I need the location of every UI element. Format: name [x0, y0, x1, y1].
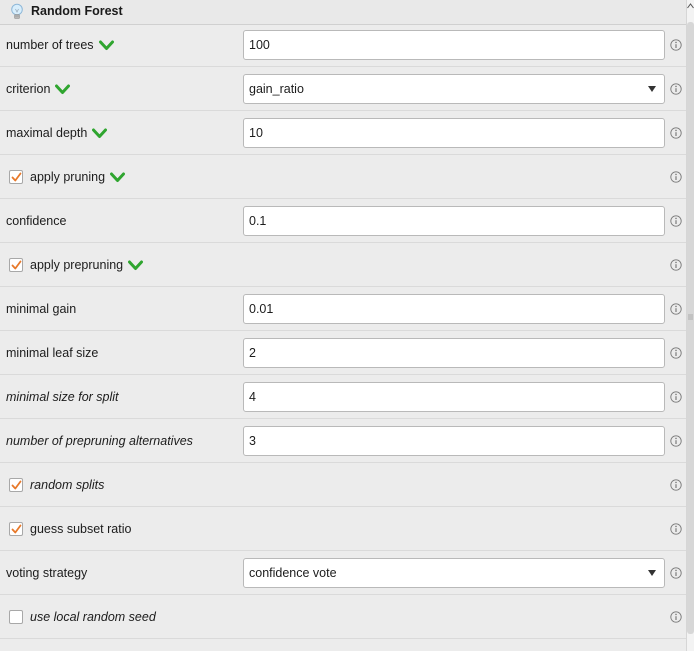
- minimal-gain-input[interactable]: 0.01: [243, 294, 665, 324]
- random-splits-checkbox[interactable]: [9, 478, 23, 492]
- maximal-depth-label: maximal depth: [6, 126, 88, 140]
- number-of-prepruning-alternatives-label-group: number of prepruning alternatives: [6, 434, 193, 448]
- criterion-label: criterion: [6, 82, 51, 96]
- apply-prepruning-label-group: apply prepruning: [30, 258, 144, 272]
- expert-chevron-icon: [128, 260, 144, 271]
- info-icon[interactable]: [670, 127, 682, 139]
- criterion-value: gain_ratio: [249, 82, 304, 96]
- vertical-scrollbar[interactable]: [686, 0, 694, 651]
- info-icon[interactable]: [670, 259, 682, 271]
- param-row-apply-pruning: apply pruning: [0, 156, 686, 199]
- criterion-select[interactable]: gain_ratio: [243, 74, 665, 104]
- criterion-label-group: criterion: [6, 82, 71, 96]
- use-local-random-seed-label: use local random seed: [30, 610, 156, 624]
- expert-chevron-icon: [98, 40, 114, 51]
- minimal-leaf-size-label: minimal leaf size: [6, 346, 99, 360]
- maximal-depth-label-group: maximal depth: [6, 126, 108, 140]
- guess-subset-ratio-checkbox[interactable]: [9, 522, 23, 536]
- scrollbar-thumb[interactable]: [687, 22, 694, 634]
- dropdown-arrow-icon[interactable]: [648, 86, 656, 92]
- expert-chevron-icon: [92, 128, 108, 139]
- expert-chevron-icon: [110, 172, 126, 183]
- info-icon[interactable]: [670, 391, 682, 403]
- param-row-voting-strategy: voting strategy confidence vote: [0, 552, 686, 595]
- apply-pruning-checkbox[interactable]: [9, 170, 23, 184]
- minimal-gain-label: minimal gain: [6, 302, 77, 316]
- info-icon[interactable]: [670, 39, 682, 51]
- number-of-prepruning-alternatives-input[interactable]: 3: [243, 426, 665, 456]
- param-row-criterion: criterion gain_ratio: [0, 68, 686, 111]
- maximal-depth-input[interactable]: 10: [243, 118, 665, 148]
- confidence-label: confidence: [6, 214, 67, 228]
- apply-prepruning-label: apply prepruning: [30, 258, 124, 272]
- number-of-trees-label: number of trees: [6, 38, 94, 52]
- maximal-depth-value: 10: [249, 126, 263, 140]
- minimal-leaf-size-value: 2: [249, 346, 256, 360]
- info-icon[interactable]: [670, 611, 682, 623]
- voting-strategy-label: voting strategy: [6, 566, 88, 580]
- apply-pruning-label-group: apply pruning: [30, 170, 126, 184]
- checkmark-icon: [11, 260, 22, 270]
- number-of-trees-label-group: number of trees: [6, 38, 114, 52]
- confidence-input[interactable]: 0.1: [243, 206, 665, 236]
- param-row-minimal-gain: minimal gain 0.01: [0, 288, 686, 331]
- use-local-random-seed-label-group: use local random seed: [30, 610, 156, 624]
- info-icon[interactable]: [670, 347, 682, 359]
- checkmark-icon: [11, 172, 22, 182]
- confidence-label-group: confidence: [6, 214, 66, 228]
- param-row-guess-subset-ratio: guess subset ratio: [0, 508, 686, 551]
- apply-prepruning-checkbox[interactable]: [9, 258, 23, 272]
- lightbulb-icon: [11, 3, 23, 19]
- minimal-gain-label-group: minimal gain: [6, 302, 76, 316]
- minimal-leaf-size-label-group: minimal leaf size: [6, 346, 98, 360]
- number-of-prepruning-alternatives-value: 3: [249, 434, 256, 448]
- guess-subset-ratio-label: guess subset ratio: [30, 522, 132, 536]
- param-row-apply-prepruning: apply prepruning: [0, 244, 686, 287]
- checkmark-icon: [11, 524, 22, 534]
- minimal-gain-value: 0.01: [249, 302, 274, 316]
- checkmark-icon: [11, 480, 22, 490]
- voting-strategy-select[interactable]: confidence vote: [243, 558, 665, 588]
- info-icon[interactable]: [670, 171, 682, 183]
- minimal-size-for-split-input[interactable]: 4: [243, 382, 665, 412]
- number-of-trees-value: 100: [249, 38, 270, 52]
- minimal-leaf-size-input[interactable]: 2: [243, 338, 665, 368]
- info-icon[interactable]: [670, 215, 682, 227]
- dropdown-arrow-icon[interactable]: [648, 570, 656, 576]
- random-splits-label-group: random splits: [30, 478, 104, 492]
- param-row-maximal-depth: maximal depth 10: [0, 112, 686, 155]
- grip-icon: [688, 314, 693, 320]
- param-row-confidence: confidence 0.1: [0, 200, 686, 243]
- number-of-prepruning-alternatives-label: number of prepruning alternatives: [6, 434, 193, 448]
- info-icon[interactable]: [670, 523, 682, 535]
- guess-subset-ratio-label-group: guess subset ratio: [30, 522, 131, 536]
- info-icon[interactable]: [670, 567, 682, 579]
- info-icon[interactable]: [670, 83, 682, 95]
- param-row-number-of-trees: number of trees 100: [0, 24, 686, 67]
- info-icon[interactable]: [670, 479, 682, 491]
- parameters-panel: number of trees 100 criterion gain_ratiomax…: [0, 24, 686, 651]
- info-icon[interactable]: [670, 303, 682, 315]
- confidence-value: 0.1: [249, 214, 267, 228]
- expert-chevron-icon: [55, 84, 71, 95]
- info-icon[interactable]: [670, 435, 682, 447]
- param-row-number-of-prepruning-alternatives: number of prepruning alternatives 3: [0, 420, 686, 463]
- random-splits-label: random splits: [30, 478, 105, 492]
- voting-strategy-value: confidence vote: [249, 566, 337, 580]
- minimal-size-for-split-label-group: minimal size for split: [6, 390, 119, 404]
- number-of-trees-input[interactable]: 100: [243, 30, 665, 60]
- param-row-minimal-size-for-split: minimal size for split 4: [0, 376, 686, 419]
- voting-strategy-label-group: voting strategy: [6, 566, 87, 580]
- param-row-minimal-leaf-size: minimal leaf size 2: [0, 332, 686, 375]
- minimal-size-for-split-value: 4: [249, 390, 256, 404]
- operator-header: Random Forest: [0, 0, 686, 25]
- minimal-size-for-split-label: minimal size for split: [6, 390, 119, 404]
- apply-pruning-label: apply pruning: [30, 170, 106, 184]
- operator-title: Random Forest: [31, 4, 123, 18]
- scroll-up-arrow-icon[interactable]: [687, 3, 694, 9]
- param-row-use-local-random-seed: use local random seed: [0, 596, 686, 639]
- param-row-random-splits: random splits: [0, 464, 686, 507]
- use-local-random-seed-checkbox[interactable]: [9, 610, 23, 624]
